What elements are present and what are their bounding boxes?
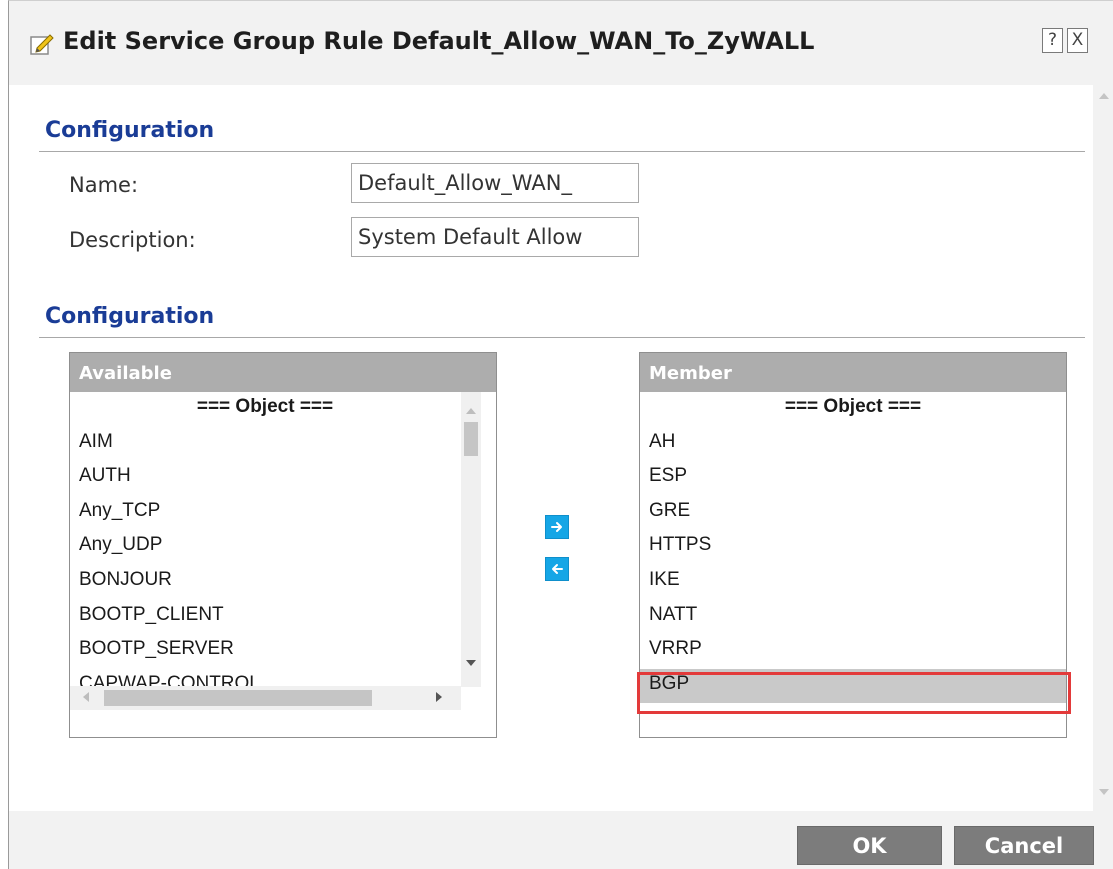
member-list-body: === Object === AH ESP GRE HTTPS IKE NATT… xyxy=(640,392,1066,704)
scrollbar-thumb[interactable] xyxy=(104,690,372,706)
list-group-header: === Object === xyxy=(196,396,334,417)
scrollbar-thumb[interactable] xyxy=(464,422,478,456)
section-divider xyxy=(39,337,1085,338)
members-section-title: Configuration xyxy=(45,304,215,329)
list-item[interactable]: NATT xyxy=(640,600,1066,635)
arrow-right-icon xyxy=(551,522,562,532)
list-item[interactable]: ESP xyxy=(640,461,1066,496)
description-label: Description: xyxy=(69,228,196,252)
edit-icon xyxy=(29,31,55,57)
member-list-header: Member xyxy=(640,353,1066,392)
list-item[interactable]: Any_TCP xyxy=(70,496,496,531)
arrow-left-icon xyxy=(552,564,563,574)
list-item[interactable]: VRRP xyxy=(640,634,1066,669)
list-group-header: === Object === xyxy=(784,396,922,417)
add-to-member-button[interactable] xyxy=(545,515,569,539)
available-vertical-scrollbar[interactable] xyxy=(461,392,481,687)
list-item[interactable]: GRE xyxy=(640,496,1066,531)
scroll-up-icon[interactable] xyxy=(466,408,476,414)
list-item[interactable]: BOOTP_SERVER xyxy=(70,634,496,669)
selection-highlight-box xyxy=(637,672,1071,714)
cancel-button[interactable]: Cancel xyxy=(954,826,1094,865)
dialog-vertical-scrollbar[interactable] xyxy=(1093,85,1113,811)
remove-from-member-button[interactable] xyxy=(545,557,569,581)
dialog-title: Edit Service Group Rule Default_Allow_WA… xyxy=(63,27,815,55)
description-field[interactable]: System Default Allow xyxy=(351,217,639,257)
dialog-footer: OK Cancel xyxy=(9,811,1113,869)
list-item[interactable]: AH xyxy=(640,427,1066,462)
help-button[interactable]: ? xyxy=(1042,28,1063,53)
edit-service-group-dialog: Edit Service Group Rule Default_Allow_WA… xyxy=(8,0,1113,869)
list-item[interactable]: AUTH xyxy=(70,461,496,496)
dialog-content: Configuration Name: Default_Allow_WAN_ D… xyxy=(9,85,1093,811)
list-item[interactable]: Any_UDP xyxy=(70,530,496,565)
list-item[interactable]: AIM xyxy=(70,427,496,462)
available-list-body: === Object === AIM AUTH Any_TCP Any_UDP … xyxy=(70,392,496,703)
name-label: Name: xyxy=(69,173,139,197)
list-item[interactable]: BONJOUR xyxy=(70,565,496,600)
general-section-title: Configuration xyxy=(45,118,215,143)
close-button[interactable]: X xyxy=(1067,28,1088,53)
available-horizontal-scrollbar[interactable] xyxy=(70,686,461,710)
dialog-titlebar: Edit Service Group Rule Default_Allow_WA… xyxy=(9,1,1113,85)
list-item[interactable]: IKE xyxy=(640,565,1066,600)
list-item[interactable]: HTTPS xyxy=(640,530,1066,565)
scroll-left-icon[interactable] xyxy=(83,692,89,702)
scroll-down-icon[interactable] xyxy=(1099,789,1109,795)
scroll-right-icon[interactable] xyxy=(436,692,442,702)
section-divider xyxy=(39,151,1085,152)
name-field[interactable]: Default_Allow_WAN_ xyxy=(351,163,639,203)
scroll-down-icon[interactable] xyxy=(466,660,476,666)
available-list-header: Available xyxy=(70,353,496,392)
list-item[interactable]: BOOTP_CLIENT xyxy=(70,600,496,635)
scroll-up-icon[interactable] xyxy=(1099,93,1109,99)
ok-button[interactable]: OK xyxy=(797,826,942,865)
available-list[interactable]: Available === Object === AIM AUTH Any_TC… xyxy=(69,352,497,738)
